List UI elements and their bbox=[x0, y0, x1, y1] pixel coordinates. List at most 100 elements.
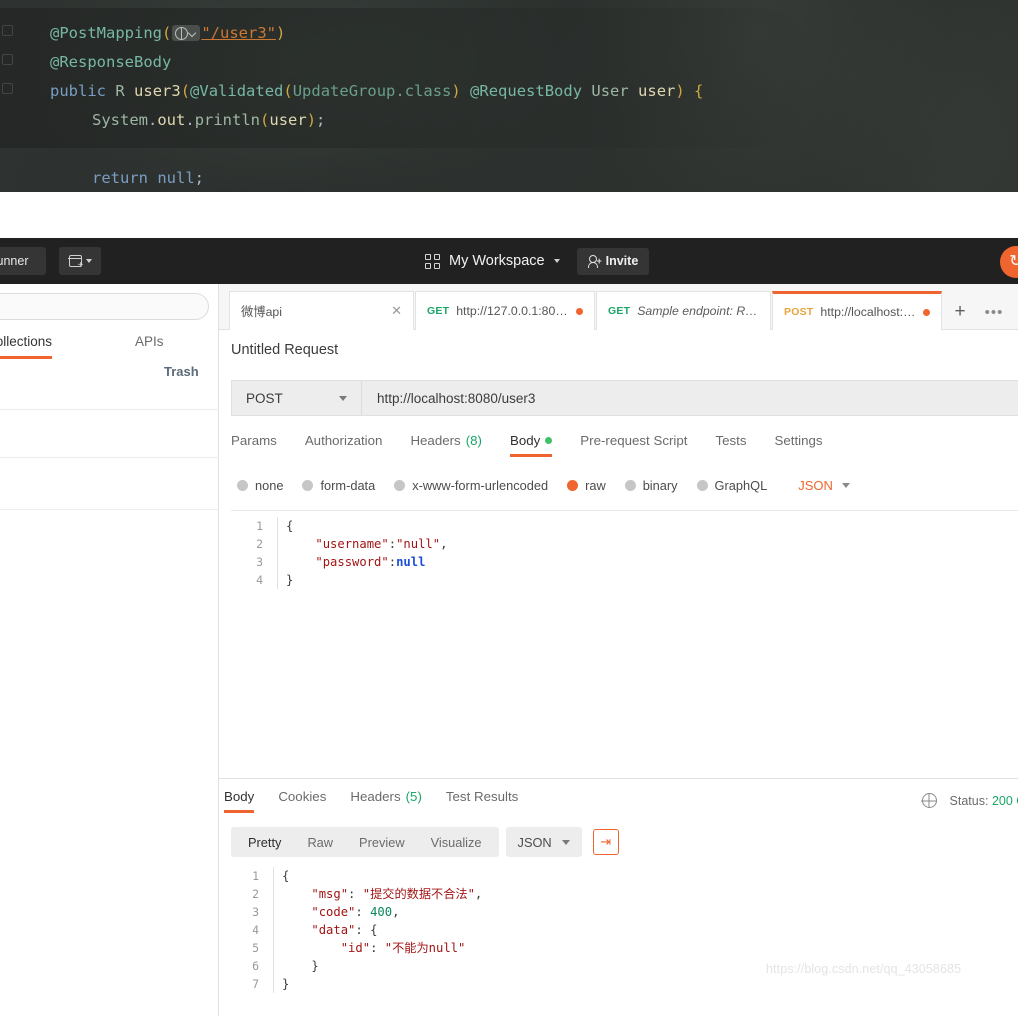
request-method-badge: GET bbox=[608, 305, 630, 317]
new-tab-button[interactable]: + bbox=[945, 295, 975, 329]
body-type-urlencoded-label: x-www-form-urlencoded bbox=[412, 478, 548, 493]
response-tab-cookies[interactable]: Cookies bbox=[278, 789, 326, 813]
chevron-down-icon bbox=[339, 396, 347, 401]
code-line-post-mapping: @PostMapping("/user3") bbox=[50, 19, 285, 48]
sync-icon: ↻ bbox=[1009, 254, 1018, 270]
token: , bbox=[440, 537, 447, 551]
view-raw[interactable]: Raw bbox=[294, 835, 346, 850]
token: "data" bbox=[311, 923, 355, 937]
plus-icon: + bbox=[954, 301, 965, 323]
tab-pre-request-script[interactable]: Pre-request Script bbox=[580, 433, 687, 457]
annotation-validated: @Validated bbox=[190, 82, 283, 100]
annotation-postmapping: @PostMapping bbox=[50, 24, 162, 42]
body-type-none[interactable]: none bbox=[237, 478, 283, 493]
body-type-urlencoded[interactable]: x-www-form-urlencoded bbox=[394, 478, 548, 493]
workspace-selector[interactable]: My Workspace + Invite bbox=[425, 238, 649, 284]
close-icon[interactable]: ✕ bbox=[391, 303, 402, 319]
line-number: 3 bbox=[231, 903, 273, 921]
tab-options-button[interactable]: ••• bbox=[978, 295, 1010, 329]
invite-button[interactable]: + Invite bbox=[577, 248, 650, 275]
token: , bbox=[475, 887, 482, 901]
response-headers-count: (5) bbox=[406, 789, 422, 804]
wrap-lines-button[interactable]: ⇥ bbox=[593, 829, 619, 855]
unsaved-indicator-icon bbox=[576, 308, 583, 315]
arg-user: user bbox=[269, 111, 306, 129]
sidebar-tab-apis[interactable]: APIs bbox=[135, 334, 164, 357]
response-tab-body-label: Body bbox=[224, 789, 254, 804]
view-preview[interactable]: Preview bbox=[346, 835, 418, 850]
token: null bbox=[396, 555, 425, 569]
method-println: println bbox=[195, 111, 260, 129]
tab-params[interactable]: Params bbox=[231, 433, 277, 457]
window-spacer bbox=[0, 192, 1018, 238]
token: { bbox=[286, 519, 293, 533]
globe-gutter-icon[interactable] bbox=[172, 25, 200, 41]
request-tab[interactable]: GET http://127.0.0.1:8080/a... bbox=[415, 291, 595, 330]
tab-settings[interactable]: Settings bbox=[774, 433, 822, 457]
sync-button[interactable]: ↻ bbox=[1000, 246, 1018, 278]
ide-code-panel: @PostMapping("/user3") @ResponseBody pub… bbox=[0, 0, 1018, 192]
sidebar-tabs: Collections APIs bbox=[0, 334, 219, 364]
unsaved-indicator-icon bbox=[923, 309, 930, 316]
field-out: out bbox=[157, 111, 185, 129]
tab-body[interactable]: Body bbox=[510, 433, 552, 457]
response-tab-test-results[interactable]: Test Results bbox=[446, 789, 518, 813]
response-tab-body[interactable]: Body bbox=[224, 789, 254, 813]
headers-count: (8) bbox=[466, 433, 482, 448]
request-title[interactable]: Untitled Request bbox=[231, 342, 338, 358]
editor-line: 2 "username":"null", bbox=[231, 535, 1018, 553]
method-name: user3 bbox=[134, 82, 181, 100]
sidebar-tab-collections[interactable]: Collections bbox=[0, 334, 52, 357]
line-content: } bbox=[277, 571, 293, 589]
body-type-none-label: none bbox=[255, 478, 283, 493]
line-number: 1 bbox=[231, 517, 277, 535]
body-format-select[interactable]: JSON bbox=[798, 478, 850, 493]
globe-icon[interactable] bbox=[922, 793, 937, 808]
view-visualize[interactable]: Visualize bbox=[418, 835, 495, 850]
tab-tests[interactable]: Tests bbox=[715, 433, 746, 457]
response-body-editor[interactable]: 1{2 "msg": "提交的数据不合法",3 "code": 400,4 "d… bbox=[231, 867, 1018, 1016]
line-number: 7 bbox=[231, 975, 273, 993]
editor-line: 7} bbox=[231, 975, 1018, 993]
token: , bbox=[392, 905, 399, 919]
view-pretty[interactable]: Pretty bbox=[235, 835, 294, 850]
editor-line: 3 "password":null bbox=[231, 553, 1018, 571]
token: 400 bbox=[370, 905, 392, 919]
annotation-responsebody: @ResponseBody bbox=[50, 53, 171, 71]
response-view-segmented: Pretty Raw Preview Visualize bbox=[231, 827, 499, 857]
sidebar-trash-link[interactable]: Trash bbox=[164, 364, 199, 379]
tab-headers[interactable]: Headers(8) bbox=[410, 433, 482, 457]
request-body-editor[interactable]: 1 {2 "username":"null",3 "password":null4… bbox=[231, 510, 1018, 764]
line-number: 4 bbox=[231, 921, 273, 939]
body-type-binary[interactable]: binary bbox=[625, 478, 678, 493]
request-tab[interactable]: 微博api ✕ bbox=[229, 291, 414, 330]
request-method-badge: POST bbox=[784, 306, 813, 318]
ide-code-text[interactable]: @PostMapping("/user3") @ResponseBody pub… bbox=[0, 0, 1018, 192]
body-type-graphql[interactable]: GraphQL bbox=[697, 478, 768, 493]
line-content: "id": "不能为null" bbox=[273, 939, 465, 957]
radio-icon bbox=[697, 480, 708, 491]
response-format-select[interactable]: JSON bbox=[506, 827, 582, 857]
response-tab-headers[interactable]: Headers (5) bbox=[350, 789, 422, 813]
request-tab[interactable]: GET Sample endpoint: Ret... bbox=[596, 291, 771, 330]
token: : { bbox=[355, 923, 377, 937]
request-tab-active[interactable]: POST http://localhost:8080/... bbox=[772, 291, 942, 330]
chevron-down-icon bbox=[842, 483, 850, 488]
tab-authorization-label: Authorization bbox=[305, 433, 383, 448]
search-input[interactable] bbox=[0, 293, 209, 320]
invite-label: Invite bbox=[606, 254, 639, 268]
url-input[interactable]: http://localhost:8080/user3 bbox=[362, 391, 1018, 406]
body-type-raw[interactable]: raw bbox=[567, 478, 606, 493]
line-number: 2 bbox=[231, 535, 277, 553]
line-content: "msg": "提交的数据不合法", bbox=[273, 885, 482, 903]
body-type-graphql-label: GraphQL bbox=[715, 478, 768, 493]
tab-authorization[interactable]: Authorization bbox=[305, 433, 383, 457]
class-system: System bbox=[92, 111, 148, 129]
line-number: 4 bbox=[231, 571, 277, 589]
body-type-form-data[interactable]: form-data bbox=[302, 478, 375, 493]
token: : bbox=[370, 941, 385, 955]
new-window-button[interactable] bbox=[59, 247, 101, 275]
runner-button[interactable]: Runner bbox=[0, 247, 46, 275]
response-tab-headers-label: Headers bbox=[350, 789, 400, 804]
http-method-select[interactable]: POST bbox=[232, 381, 362, 415]
